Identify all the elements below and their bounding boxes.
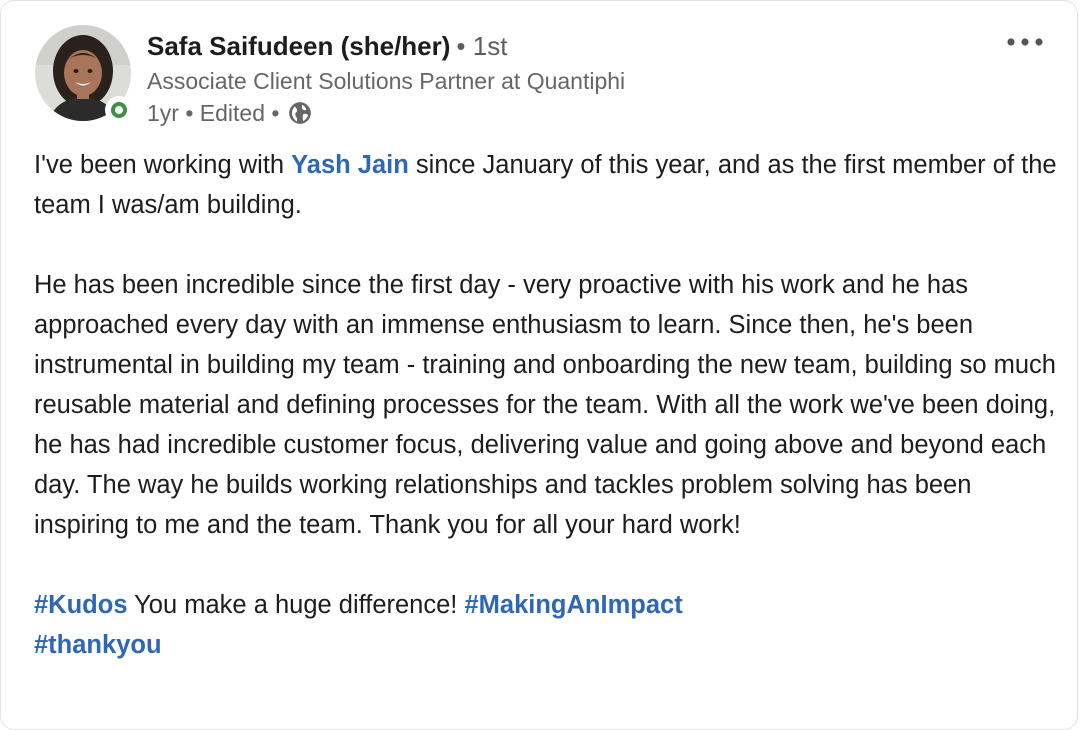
post-hashtags-line: #Kudos You make a huge difference! #Maki… [34,591,683,619]
connection-degree: • 1st [456,31,508,61]
post-paragraph-2: He has been incredible since the first d… [34,271,1056,539]
more-options-button[interactable] [999,25,1051,59]
ellipsis-icon [1007,38,1043,46]
globe-icon[interactable] [287,100,313,126]
hashtag-making-an-impact[interactable]: #MakingAnImpact [464,591,682,619]
author-name-row: Safa Saifudeen (she/her) • 1st [147,29,507,63]
hashtag-kudos[interactable]: #Kudos [34,591,128,619]
post-hashtags-line-2: #thankyou [34,625,1064,665]
post-meta: 1yr • Edited • [147,97,313,129]
hashtag-thankyou[interactable]: #thankyou [34,631,162,659]
online-status-icon [111,102,127,118]
post-paragraph-1: I've been working with Yash Jain since J… [34,151,1057,219]
author-headline: Associate Client Solutions Partner at Qu… [147,68,626,94]
online-status-badge [105,96,133,124]
post-time-edited: 1yr • Edited • [147,100,280,126]
post-body: I've been working with Yash Jain since J… [34,145,1064,665]
post-card: Safa Saifudeen (she/her) • 1st Associate … [0,0,1078,730]
mention-link[interactable]: Yash Jain [291,151,409,179]
author-name[interactable]: Safa Saifudeen (she/her) [147,31,450,61]
